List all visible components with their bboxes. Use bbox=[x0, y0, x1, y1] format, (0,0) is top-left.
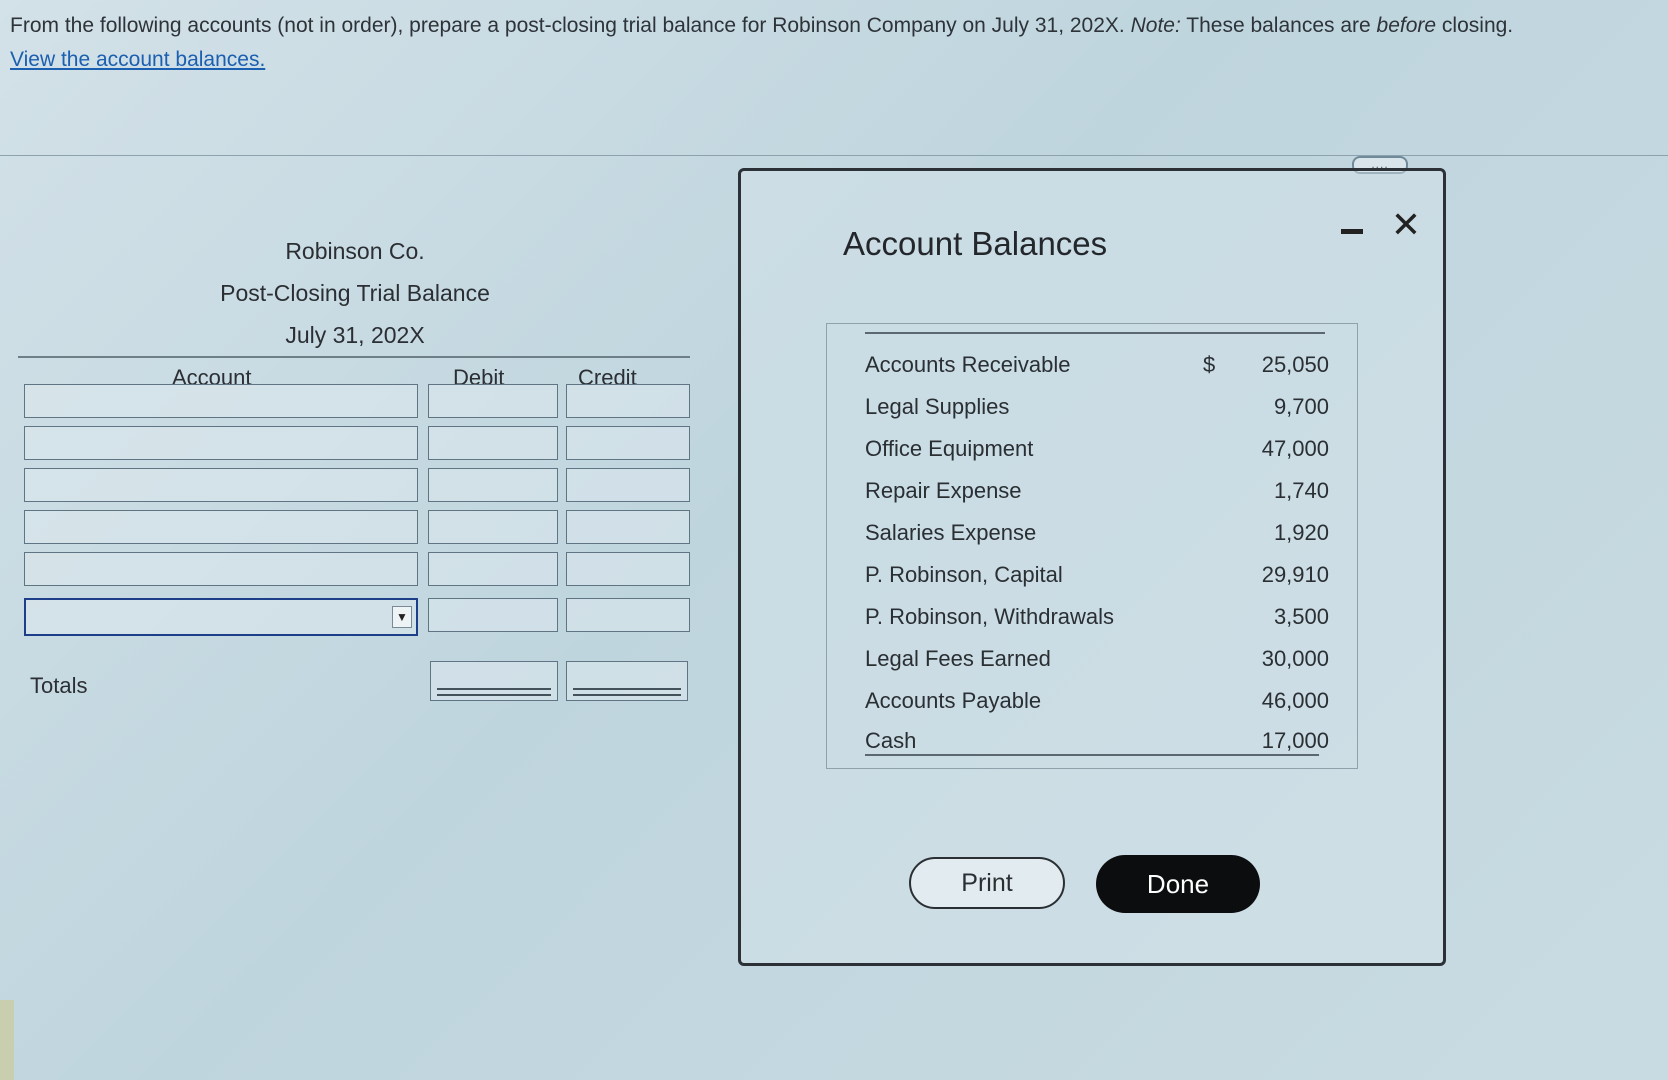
account-amount: 17,000 bbox=[1261, 728, 1329, 753]
balance-row: P. Robinson, Withdrawals 3,500 bbox=[865, 604, 1329, 644]
edge-strip bbox=[0, 1000, 14, 1080]
account-amount: 29,910 bbox=[1261, 562, 1329, 587]
table-top-rule bbox=[865, 332, 1325, 334]
account-amount: 25,050 bbox=[1261, 352, 1329, 377]
balance-row: Repair Expense 1,740 bbox=[865, 478, 1329, 518]
view-balances-link[interactable]: View the account balances. bbox=[10, 48, 265, 72]
account-name: Accounts Payable bbox=[865, 688, 1042, 713]
balance-row: P. Robinson, Capital 29,910 bbox=[865, 562, 1329, 602]
section-divider bbox=[0, 155, 1668, 156]
dialog-title: Account Balances bbox=[843, 225, 1108, 262]
note-pre: These balances are bbox=[1180, 14, 1377, 37]
account-input[interactable] bbox=[24, 510, 418, 544]
account-name: P. Robinson, Capital bbox=[865, 562, 1063, 587]
debit-input[interactable] bbox=[428, 426, 558, 460]
credit-input[interactable] bbox=[566, 468, 690, 502]
close-icon[interactable]: ✕ bbox=[1389, 205, 1423, 245]
company-name: Robinson Co. bbox=[285, 238, 425, 264]
account-amount: 9,700 bbox=[1273, 394, 1329, 419]
done-button[interactable]: Done bbox=[1096, 855, 1260, 913]
account-amount: 1,740 bbox=[1273, 478, 1329, 503]
balance-row: Cash 17,000 bbox=[865, 728, 1329, 768]
balances-table: Accounts Receivable $ 25,050 Legal Suppl… bbox=[826, 323, 1358, 769]
account-amount: 46,000 bbox=[1261, 688, 1329, 713]
debit-input[interactable] bbox=[428, 598, 558, 632]
account-balances-dialog: Account Balances ✕ Accounts Receivable $… bbox=[738, 168, 1446, 966]
account-amount: 3,500 bbox=[1273, 604, 1329, 629]
dollar-sign: $ bbox=[1203, 352, 1216, 377]
balance-row: Office Equipment 47,000 bbox=[865, 436, 1329, 476]
minimize-icon[interactable] bbox=[1339, 221, 1365, 241]
debit-input[interactable] bbox=[428, 552, 558, 586]
account-name: P. Robinson, Withdrawals bbox=[865, 604, 1115, 629]
debit-input[interactable] bbox=[428, 468, 558, 502]
credit-input[interactable] bbox=[566, 598, 690, 632]
credit-input[interactable] bbox=[566, 552, 690, 586]
double-underline bbox=[437, 688, 551, 696]
note-label: Note: bbox=[1130, 14, 1181, 37]
totals-label: Totals bbox=[30, 673, 88, 698]
balance-row: Salaries Expense 1,920 bbox=[865, 520, 1329, 560]
statement-title: Post-Closing Trial Balance bbox=[220, 280, 490, 306]
instructions-text: From the following accounts (not in orde… bbox=[10, 12, 1650, 39]
balance-row: Accounts Receivable $ 25,050 bbox=[865, 352, 1329, 392]
statement-date: July 31, 202X bbox=[285, 322, 425, 348]
double-underline bbox=[573, 688, 681, 696]
credit-input[interactable] bbox=[566, 384, 690, 418]
credit-total-input[interactable] bbox=[566, 661, 688, 701]
debit-input[interactable] bbox=[428, 384, 558, 418]
account-name: Repair Expense bbox=[865, 478, 1022, 503]
account-name: Legal Fees Earned bbox=[865, 646, 1051, 671]
account-input[interactable] bbox=[24, 468, 418, 502]
print-button[interactable]: Print bbox=[909, 857, 1065, 909]
account-name: Salaries Expense bbox=[865, 520, 1037, 545]
account-name: Cash bbox=[865, 728, 917, 753]
account-input[interactable] bbox=[24, 552, 418, 586]
account-name: Accounts Receivable bbox=[865, 352, 1071, 377]
header-rule bbox=[18, 356, 690, 358]
debit-input[interactable] bbox=[428, 510, 558, 544]
note-post: closing. bbox=[1436, 14, 1514, 37]
note-emphasis: before bbox=[1376, 14, 1437, 37]
instructions-lead: From the following accounts (not in orde… bbox=[10, 14, 1131, 37]
credit-input[interactable] bbox=[566, 510, 690, 544]
account-name: Office Equipment bbox=[865, 436, 1034, 461]
account-name: Legal Supplies bbox=[865, 394, 1010, 419]
account-amount: 47,000 bbox=[1261, 436, 1329, 461]
table-bottom-rule bbox=[865, 754, 1319, 756]
account-dropdown[interactable]: ▼ bbox=[24, 598, 418, 636]
debit-total-input[interactable] bbox=[430, 661, 558, 701]
balance-row: Legal Supplies 9,700 bbox=[865, 394, 1329, 434]
account-amount: 30,000 bbox=[1261, 646, 1329, 671]
account-amount: 1,920 bbox=[1273, 520, 1329, 545]
account-input[interactable] bbox=[24, 426, 418, 460]
balance-row: Legal Fees Earned 30,000 bbox=[865, 646, 1329, 686]
account-input[interactable] bbox=[24, 384, 418, 418]
dropdown-arrow-icon[interactable]: ▼ bbox=[392, 606, 412, 628]
balance-row: Accounts Payable 46,000 bbox=[865, 688, 1329, 728]
credit-input[interactable] bbox=[566, 426, 690, 460]
